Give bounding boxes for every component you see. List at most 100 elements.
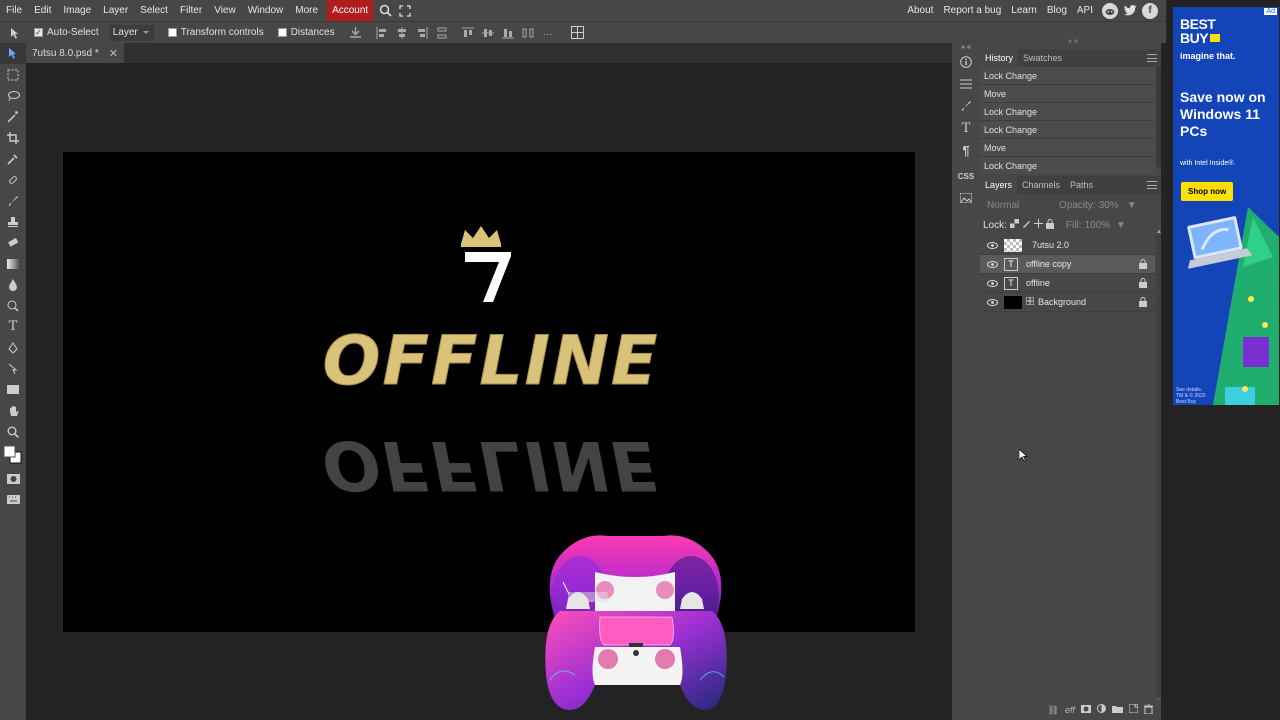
gradient-tool-icon[interactable] bbox=[0, 253, 26, 274]
auto-select-target-dropdown[interactable]: Layer bbox=[108, 24, 154, 41]
history-item[interactable]: Move bbox=[980, 85, 1155, 103]
menu-image[interactable]: Image bbox=[57, 0, 97, 21]
link-about[interactable]: About bbox=[902, 0, 938, 21]
blend-mode-dropdown[interactable]: Normal bbox=[987, 200, 1051, 211]
menu-layer[interactable]: Layer bbox=[97, 0, 134, 21]
distribute-icon[interactable] bbox=[435, 26, 449, 40]
brush-settings-icon[interactable] bbox=[952, 95, 980, 117]
history-item[interactable]: Lock Change bbox=[980, 67, 1155, 85]
properties-icon[interactable] bbox=[952, 73, 980, 95]
lock-icon[interactable] bbox=[1139, 278, 1147, 291]
eye-icon[interactable] bbox=[985, 295, 999, 309]
layer-row-offline-copy[interactable]: T offline copy bbox=[980, 255, 1155, 274]
align-left-icon[interactable] bbox=[375, 26, 389, 40]
eye-icon[interactable] bbox=[985, 238, 999, 252]
close-icon[interactable]: ✕ bbox=[109, 47, 118, 60]
lock-icon[interactable] bbox=[1139, 297, 1147, 310]
trash-icon[interactable] bbox=[1144, 703, 1153, 717]
tab-swatches[interactable]: Swatches bbox=[1018, 49, 1067, 67]
chevron-down-icon[interactable]: ▼ bbox=[1127, 200, 1137, 211]
align-top-icon[interactable] bbox=[461, 26, 475, 40]
link-report-bug[interactable]: Report a bug bbox=[938, 0, 1006, 21]
dodge-tool-icon[interactable] bbox=[0, 295, 26, 316]
layer-row-7utsu[interactable]: 7utsu 2.0 bbox=[980, 236, 1155, 255]
type-tool-icon[interactable]: T bbox=[0, 316, 26, 337]
eraser-tool-icon[interactable] bbox=[0, 232, 26, 253]
zoom-tool-icon[interactable] bbox=[0, 421, 26, 442]
fill-value[interactable]: 100% bbox=[1084, 220, 1110, 231]
tab-layers[interactable]: Layers bbox=[980, 176, 1018, 194]
adjustment-icon[interactable] bbox=[1097, 704, 1106, 716]
mask-icon[interactable] bbox=[1081, 704, 1091, 716]
tab-history[interactable]: History bbox=[980, 49, 1019, 67]
folder-icon[interactable] bbox=[1112, 705, 1123, 716]
css-icon[interactable]: CSS bbox=[952, 165, 980, 187]
link-api[interactable]: API bbox=[1072, 0, 1098, 21]
align-middle-icon[interactable] bbox=[481, 26, 495, 40]
blur-tool-icon[interactable] bbox=[0, 274, 26, 295]
tab-channels[interactable]: Channels bbox=[1017, 176, 1065, 194]
distances-checkbox[interactable]: Distances bbox=[277, 27, 335, 38]
lasso-tool-icon[interactable] bbox=[0, 85, 26, 106]
color-swatches-icon[interactable] bbox=[0, 442, 26, 468]
paragraph-icon[interactable]: ¶ bbox=[952, 139, 980, 161]
grid-icon[interactable] bbox=[571, 26, 585, 40]
rectangle-tool-icon[interactable] bbox=[0, 379, 26, 400]
link-blog[interactable]: Blog bbox=[1042, 0, 1072, 21]
distribute-h-icon[interactable] bbox=[521, 26, 535, 40]
menu-window[interactable]: Window bbox=[242, 0, 290, 21]
move-tool-icon[interactable] bbox=[0, 43, 26, 64]
twitter-icon[interactable] bbox=[1122, 3, 1138, 19]
history-scrollbar[interactable] bbox=[1156, 67, 1161, 167]
opacity-value[interactable]: 30% bbox=[1099, 200, 1119, 211]
history-item[interactable]: Lock Change bbox=[980, 103, 1155, 121]
info-icon[interactable] bbox=[952, 51, 980, 73]
ad-badge[interactable]: Ad bbox=[1264, 8, 1277, 15]
fullscreen-icon[interactable] bbox=[397, 0, 413, 21]
menu-select[interactable]: Select bbox=[134, 0, 174, 21]
magic-wand-icon[interactable] bbox=[0, 106, 26, 127]
align-right-icon[interactable] bbox=[415, 26, 429, 40]
menu-file[interactable]: File bbox=[0, 0, 28, 21]
chevron-down-icon[interactable]: ▼ bbox=[1116, 220, 1126, 231]
transform-controls-checkbox[interactable]: Transform controls bbox=[167, 27, 264, 38]
menu-more[interactable]: More bbox=[289, 0, 324, 21]
layers-scrollbar[interactable]: ▲ ▼ bbox=[1156, 229, 1162, 705]
image-icon[interactable] bbox=[952, 187, 980, 209]
menu-account[interactable]: Account bbox=[327, 0, 374, 21]
reddit-icon[interactable] bbox=[1102, 2, 1118, 19]
lock-move-icon[interactable] bbox=[1033, 219, 1043, 231]
align-bottom-icon[interactable] bbox=[501, 26, 515, 40]
link-learn[interactable]: Learn bbox=[1006, 0, 1042, 21]
marquee-tool-icon[interactable] bbox=[0, 64, 26, 85]
brush-tool-icon[interactable] bbox=[0, 190, 26, 211]
align-center-icon[interactable] bbox=[395, 26, 409, 40]
eyedropper-icon[interactable] bbox=[0, 148, 26, 169]
shop-now-button[interactable]: Shop now bbox=[1181, 182, 1234, 201]
lock-all-icon[interactable] bbox=[1045, 218, 1054, 232]
history-item[interactable]: Lock Change bbox=[980, 157, 1155, 174]
advertisement[interactable]: Ad BEST BUY imagine that. Save now on Wi… bbox=[1173, 7, 1279, 405]
facebook-icon[interactable]: f bbox=[1142, 2, 1158, 19]
more-options-icon[interactable]: … bbox=[541, 26, 555, 40]
pen-tool-icon[interactable] bbox=[0, 337, 26, 358]
lock-paint-icon[interactable] bbox=[1022, 219, 1031, 231]
panel-menu-icon[interactable] bbox=[1147, 180, 1157, 190]
menu-edit[interactable]: Edit bbox=[28, 0, 57, 21]
effects-icon[interactable]: eff bbox=[1065, 705, 1075, 715]
auto-select-checkbox[interactable]: ✓ Auto-Select bbox=[34, 27, 99, 38]
new-layer-icon[interactable] bbox=[1128, 703, 1139, 716]
menu-view[interactable]: View bbox=[208, 0, 242, 21]
character-icon[interactable]: T bbox=[952, 117, 980, 139]
menu-filter[interactable]: Filter bbox=[174, 0, 208, 21]
link-layers-icon[interactable]: ⛓ bbox=[1048, 705, 1059, 716]
eye-icon[interactable] bbox=[985, 257, 999, 271]
eye-icon[interactable] bbox=[985, 276, 999, 290]
keyboard-icon[interactable] bbox=[0, 489, 26, 510]
collapse-arrows-icon[interactable]: » « bbox=[952, 43, 980, 51]
hand-tool-icon[interactable] bbox=[0, 400, 26, 421]
healing-brush-icon[interactable] bbox=[0, 169, 26, 190]
layer-row-background[interactable]: Background bbox=[980, 293, 1155, 312]
path-select-icon[interactable] bbox=[0, 358, 26, 379]
collapse-panel-icon[interactable]: » « bbox=[1068, 38, 1078, 45]
